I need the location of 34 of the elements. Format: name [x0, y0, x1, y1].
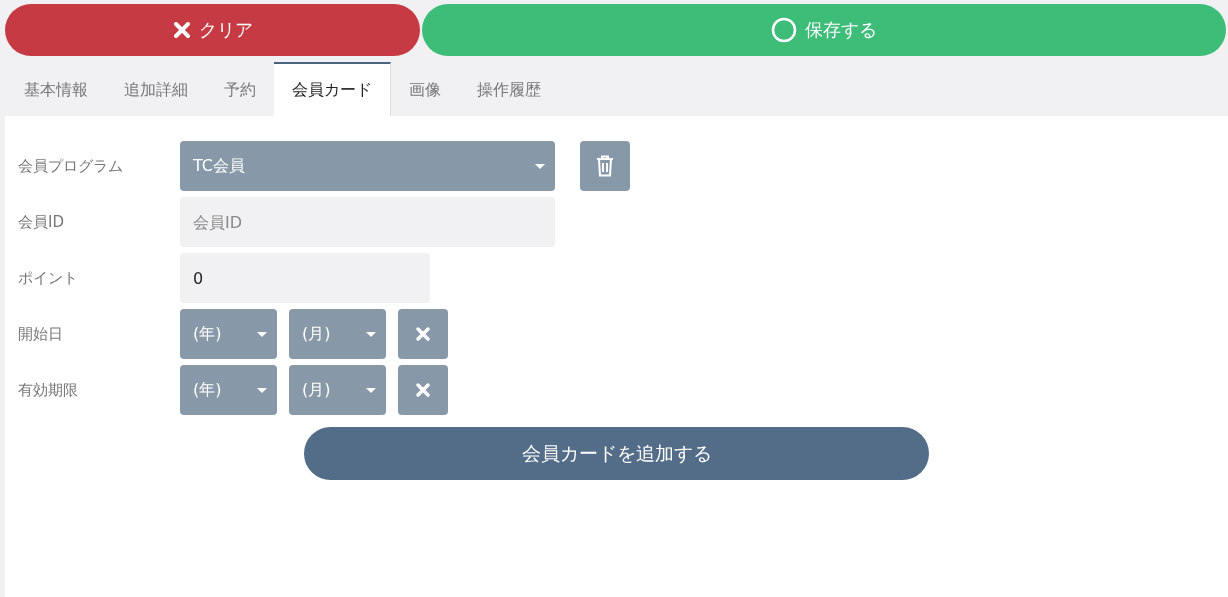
program-select[interactable]: TC会員: [180, 141, 555, 191]
tab[interactable]: 画像: [391, 62, 459, 116]
close-icon: [415, 382, 431, 398]
field-label: ポイント: [17, 268, 79, 288]
add-card-button[interactable]: 会員カードを追加する: [304, 427, 929, 480]
trash-icon: [596, 155, 614, 177]
field-label: 開始日: [17, 324, 64, 344]
month-select[interactable]: (月): [289, 365, 386, 415]
caret-icon: [535, 163, 545, 169]
caret-icon: [257, 331, 267, 337]
clear-button[interactable]: クリア: [5, 4, 420, 56]
tab[interactable]: 基本情報: [6, 62, 106, 116]
delete-button[interactable]: [580, 141, 630, 191]
clear-date-button[interactable]: [398, 365, 448, 415]
circle-icon: [771, 17, 797, 43]
caret-icon: [257, 387, 267, 393]
close-icon: [415, 326, 431, 342]
tab[interactable]: 予約: [206, 62, 274, 116]
field-label: 有効期限: [17, 380, 79, 400]
year-select[interactable]: (年): [180, 309, 277, 359]
member-id-field[interactable]: 会員ID: [180, 197, 555, 247]
tab[interactable]: 会員カード: [274, 62, 391, 116]
caret-icon: [366, 331, 376, 337]
save-button[interactable]: 保存する: [422, 4, 1226, 56]
year-select[interactable]: (年): [180, 365, 277, 415]
field-label: 会員プログラム: [17, 156, 124, 176]
clear-date-button[interactable]: [398, 309, 448, 359]
caret-icon: [366, 387, 376, 393]
tab[interactable]: 追加詳細: [106, 62, 206, 116]
close-icon: [172, 21, 191, 39]
month-select[interactable]: (月): [289, 309, 386, 359]
tab[interactable]: 操作履歴: [459, 62, 559, 116]
field-label: 会員ID: [17, 212, 65, 232]
points-field[interactable]: 0: [180, 253, 430, 303]
